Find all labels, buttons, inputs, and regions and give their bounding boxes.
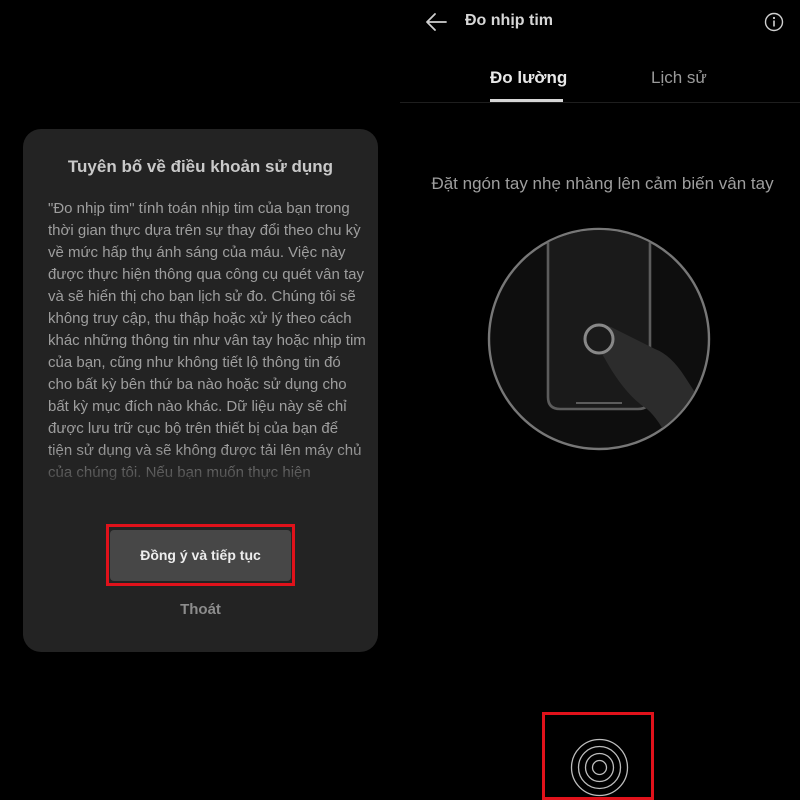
tab-divider	[400, 102, 800, 103]
instruction-text: Đặt ngón tay nhẹ nhàng lên cảm biến vân …	[431, 174, 774, 193]
dialog-title: Tuyên bố về điều khoản sử dụng	[67, 157, 334, 176]
highlight-box-agree	[106, 524, 295, 586]
info-icon[interactable]	[764, 12, 784, 32]
tab-measure[interactable]: Đo lường	[490, 68, 567, 88]
dialog-scroll-fade	[48, 447, 366, 505]
tab-history[interactable]: Lịch sử	[651, 68, 707, 88]
finger-on-phone-sensor-icon	[487, 227, 711, 451]
arrow-left-icon[interactable]	[424, 11, 448, 33]
screenshot-root: Tuyên bố về điều khoản sử dụng "Đo nhịp …	[0, 0, 800, 800]
exit-button[interactable]: Thoát	[23, 601, 378, 618]
highlight-box-sensor	[542, 712, 654, 800]
page-title: Đo nhịp tim	[465, 12, 553, 29]
